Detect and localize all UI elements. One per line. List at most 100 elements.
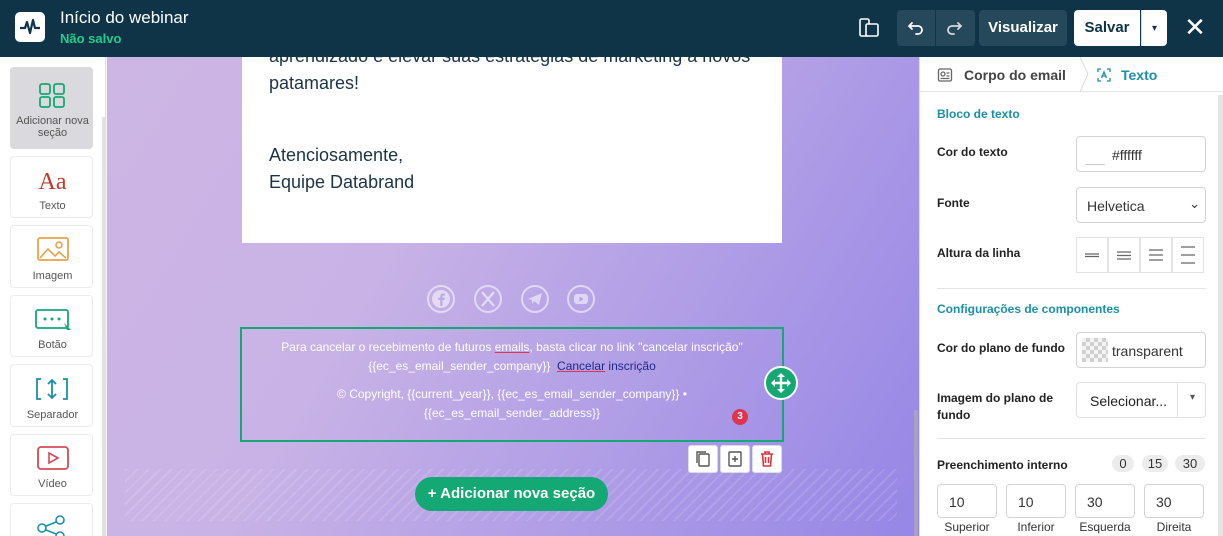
text-color-label: Cor do texto: [937, 145, 1008, 159]
line-height-option[interactable]: [1172, 237, 1204, 273]
divider: [937, 288, 1206, 289]
body-text-line: patamares!: [269, 73, 360, 93]
bg-color-field[interactable]: transparent: [1076, 332, 1206, 368]
line-height-label: Altura da linha: [937, 246, 1021, 260]
add-section-button[interactable]: + Adicionar nova seção: [415, 477, 608, 511]
component-settings-title: Configurações de componentes: [937, 302, 1120, 316]
close-icon[interactable]: ✕: [1180, 12, 1210, 42]
sidebar-item-label: Texto: [39, 200, 66, 212]
unsubscribe-text: Para cancelar o recebimento de futuros e…: [242, 338, 782, 356]
line-height-option[interactable]: [1076, 237, 1108, 273]
top-bar: Início do webinar Não salvo Visualizar S…: [0, 0, 1223, 57]
app-logo-icon[interactable]: [15, 12, 45, 42]
image-icon: [11, 236, 94, 268]
settings-panel: Corpo do email Texto Bloco de texto Cor …: [919, 56, 1223, 536]
sender-company-line: {{ec_es_email_sender_company}} Cancelar …: [242, 357, 782, 375]
chevron-down-icon: ▾: [1151, 23, 1158, 34]
padding-left-label: Esquerda: [1079, 520, 1131, 534]
sender-address-text: {{ec_es_email_sender_address}}: [423, 406, 601, 420]
breadcrumb-separator: [1078, 56, 1090, 93]
chevron-down-icon: ▾: [1189, 392, 1195, 403]
save-status: Não salvo: [60, 31, 122, 46]
padding-right-input[interactable]: 30: [1144, 484, 1204, 518]
sidebar-item-image[interactable]: Imagem: [10, 225, 93, 288]
padding-label: Preenchimento interno: [937, 458, 1068, 472]
text-block-icon: [1096, 67, 1112, 88]
line-height-option[interactable]: [1140, 237, 1172, 273]
padding-preset-0[interactable]: 0: [1112, 455, 1134, 472]
sidebar-item-button[interactable]: Botão: [10, 295, 93, 357]
font-label: Fonte: [937, 196, 970, 210]
sidebar-scrollbar[interactable]: [102, 117, 106, 536]
padding-left-input[interactable]: 30: [1075, 484, 1135, 518]
separator-icon: [11, 375, 94, 407]
copyright-text: © Copyright, {{current_year}}, {{ec_es_e…: [337, 387, 687, 401]
padding-preset-30[interactable]: 30: [1175, 455, 1205, 472]
save-button[interactable]: Salvar: [1074, 10, 1140, 46]
divider: [937, 438, 1206, 439]
unsubscribe-text-part: Para cancelar o recebimento de futuros: [281, 340, 495, 354]
text-color-value: #ffffff: [1112, 147, 1142, 163]
x-twitter-icon[interactable]: [474, 285, 502, 313]
padding-top-label: Superior: [944, 520, 990, 534]
font-select-value: Helvetica: [1087, 198, 1145, 214]
sidebar-item-video[interactable]: Vídeo: [10, 434, 93, 496]
unsubscribe-text-part: , basta clicar no link "cancelar inscriç…: [529, 340, 743, 354]
text-block-section-title: Bloco de texto: [937, 107, 1020, 121]
sidebar-item-add-section[interactable]: Adicionar nova seção: [10, 67, 93, 149]
signature-text: Equipe Databrand: [269, 172, 415, 192]
bg-image-select-value: Selecionar...: [1090, 393, 1168, 409]
preview-button[interactable]: Visualizar: [979, 10, 1067, 46]
button-icon: [11, 306, 94, 338]
sidebar-item-label: Adicionar nova seção: [16, 115, 89, 139]
line-height-option[interactable]: [1108, 237, 1140, 273]
text-aa-icon: Aa: [38, 169, 67, 195]
breadcrumb-email-body[interactable]: Corpo do email: [964, 67, 1066, 83]
text-color-field[interactable]: #ffffff: [1076, 136, 1206, 172]
sidebar-item-social[interactable]: [10, 503, 93, 536]
canvas-scrollbar[interactable]: [914, 410, 918, 536]
sidebar-item-text[interactable]: Aa Texto: [10, 156, 93, 218]
video-icon: [11, 445, 94, 477]
email-body-card: aprendizado e elevar suas estratégias de…: [242, 57, 782, 243]
save-dropdown-button[interactable]: ▾: [1141, 10, 1167, 46]
unsubscribe-link-part: inscrição: [605, 359, 656, 373]
bg-color-label: Cor do plano de fundo: [937, 341, 1065, 355]
body-text-line: aprendizado e elevar suas estratégias de…: [269, 57, 750, 70]
breadcrumb: Corpo do email Texto: [920, 56, 1223, 93]
email-body-icon: [937, 67, 953, 88]
footer-text-block[interactable]: Para cancelar o recebimento de futuros e…: [240, 327, 784, 442]
email-title: Início do webinar: [60, 8, 189, 27]
transparent-swatch: [1082, 338, 1108, 362]
notification-badge: 3: [732, 409, 748, 425]
unsubscribe-link[interactable]: Cancelar inscrição: [557, 359, 656, 373]
redo-icon[interactable]: [945, 19, 963, 37]
bg-image-label: Imagem do plano de fundo: [937, 391, 1054, 422]
facebook-icon[interactable]: [427, 285, 455, 313]
share-icon: [11, 514, 94, 536]
sender-company-placeholder: {{ec_es_email_sender_company}}: [368, 359, 551, 373]
font-select[interactable]: Helvetica ⌄: [1076, 187, 1206, 223]
unsubscribe-link-part: Cancelar: [557, 359, 606, 373]
sidebar-item-label: Imagem: [32, 270, 73, 282]
padding-top-input[interactable]: 10: [937, 484, 997, 518]
padding-preset-15[interactable]: 15: [1142, 455, 1168, 472]
breadcrumb-text[interactable]: Texto: [1121, 67, 1157, 83]
history-controls: [897, 10, 975, 46]
telegram-icon[interactable]: [521, 285, 549, 313]
undo-icon[interactable]: [907, 19, 925, 37]
bg-image-select[interactable]: Selecionar... ▾: [1076, 382, 1206, 418]
unsubscribe-text-part: emails: [494, 340, 530, 354]
email-canvas: aprendizado e elevar suas estratégias de…: [107, 57, 919, 536]
sidebar-item-label: Botão: [38, 339, 67, 351]
panel-scrollbar[interactable]: [1218, 95, 1223, 536]
device-preview-icon[interactable]: [854, 13, 884, 43]
sidebar-item-separator[interactable]: Separador: [10, 364, 93, 427]
bg-color-value: transparent: [1112, 343, 1183, 359]
youtube-icon[interactable]: [567, 285, 595, 313]
padding-bottom-input[interactable]: 10: [1006, 484, 1066, 518]
grid-icon: [11, 82, 94, 114]
signoff-text: Atenciosamente,: [269, 145, 404, 165]
move-handle-icon[interactable]: [764, 366, 798, 400]
chevron-down-icon: ⌄: [1189, 196, 1200, 211]
